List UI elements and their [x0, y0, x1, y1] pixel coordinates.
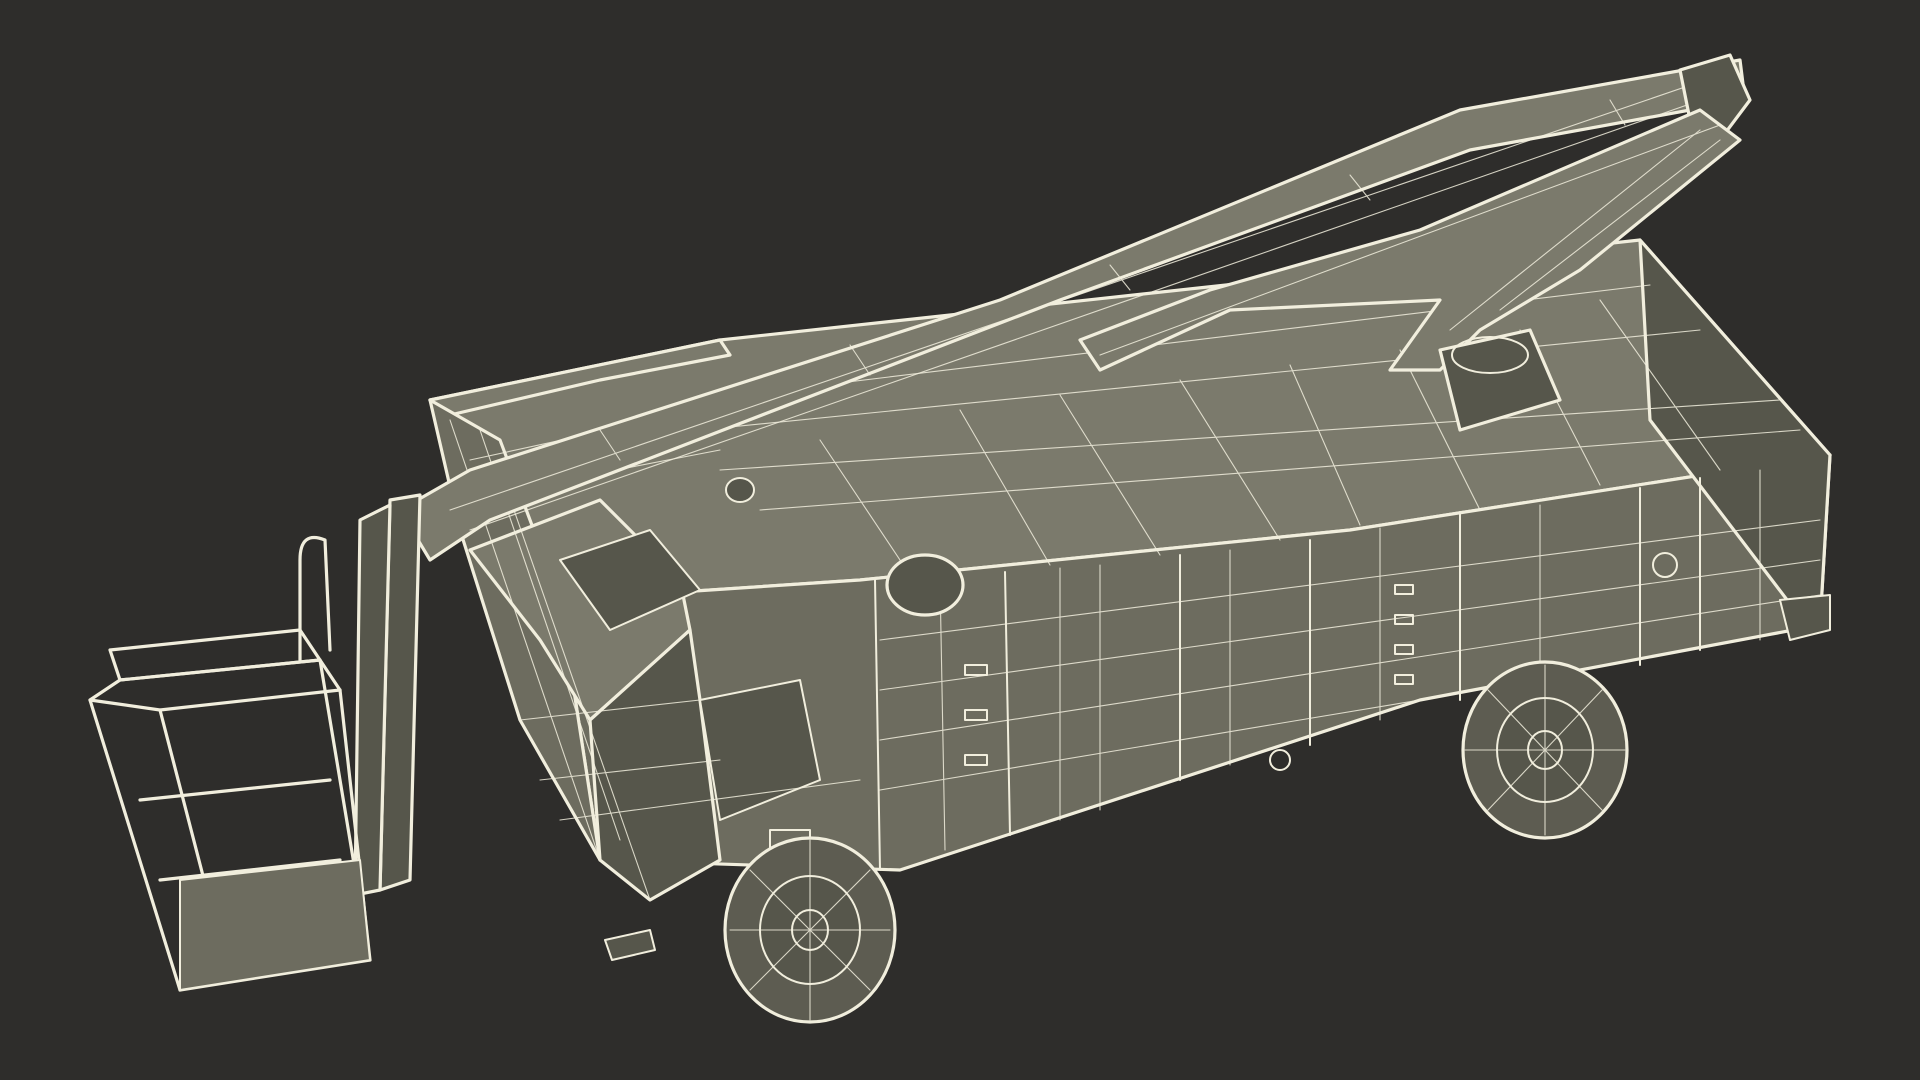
handrail	[298, 535, 332, 662]
tank-cap	[885, 553, 965, 617]
rear-wheel	[1461, 660, 1629, 840]
front-wheel	[723, 836, 897, 1024]
vent-cap	[725, 477, 755, 503]
render-viewport	[0, 0, 1920, 1080]
bucket-platform	[88, 493, 422, 992]
rear-bumper	[1779, 594, 1831, 641]
wireframe-model	[88, 53, 1832, 1024]
cab-step	[604, 929, 656, 961]
bucket-floor	[179, 859, 371, 991]
